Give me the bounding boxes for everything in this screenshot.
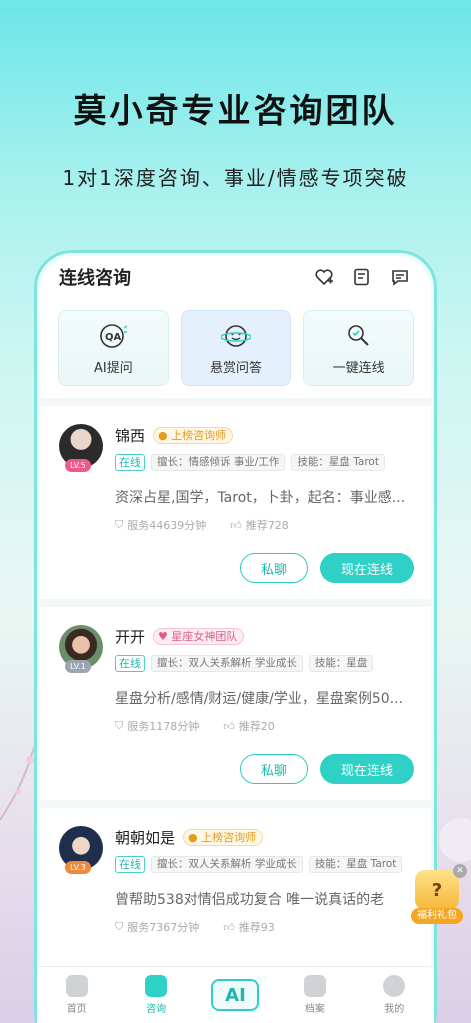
message-icon[interactable] — [387, 264, 413, 290]
private-chat-button[interactable]: 私聊 — [240, 754, 308, 784]
tab-label: 我的 — [384, 1004, 405, 1015]
bottom-tab-bar: 首页 咨询 AI 档案 我的 — [37, 966, 434, 1023]
quick-label: 悬赏问答 — [210, 360, 263, 376]
tab-label: 首页 — [66, 1004, 87, 1015]
tab-consult[interactable]: 咨询 — [126, 975, 186, 1015]
recommend-text: 推荐728 — [245, 519, 289, 532]
team-badge: ♥ 星座女神团队 — [153, 627, 245, 645]
thumbs-up-icon: 👍︎ — [230, 518, 242, 532]
consultant-name: 朝朝如是 — [115, 828, 176, 847]
rank-badge: ● 上榜咨询师 — [153, 426, 234, 444]
online-status: 在线 — [115, 454, 145, 471]
planet-smile-icon — [219, 321, 253, 351]
app-screen: 连线咨询 QA AI提问 悬赏问答 一键连线 LV.5 锦西 ● 上榜咨询师 在… — [40, 256, 431, 1023]
recommend-count: 👍︎ 推荐728 — [230, 517, 289, 533]
phone-frame: 连线咨询 QA AI提问 悬赏问答 一键连线 LV.5 锦西 ● 上榜咨询师 在… — [34, 250, 437, 1023]
rank-badge-label: 上榜咨询师 — [171, 428, 227, 442]
search-link-icon — [342, 321, 376, 351]
avatar[interactable]: LV.3 — [59, 826, 103, 874]
hero-title: 莫小奇专业咨询团队 — [73, 91, 398, 130]
consult-icon — [145, 975, 168, 997]
quick-one-click-connect[interactable]: 一键连线 — [303, 310, 415, 386]
rank-badge-label: 上榜咨询师 — [201, 830, 257, 844]
archive-icon — [303, 975, 326, 997]
level-badge: LV.3 — [65, 861, 91, 874]
shield-icon: ⛉ — [115, 719, 124, 732]
close-icon[interactable]: ✕ — [453, 864, 467, 878]
tab-mine[interactable]: 我的 — [364, 975, 424, 1015]
tab-label: 档案 — [304, 1004, 325, 1015]
tab-ai[interactable]: AI — [205, 979, 265, 1011]
private-chat-button[interactable]: 私聊 — [240, 553, 308, 583]
service-text: 服务7367分钟 — [127, 921, 200, 934]
recommend-text: 推荐93 — [238, 921, 275, 934]
level-badge: LV.1 — [65, 660, 91, 673]
skill-tag: 技能：星盘 — [308, 655, 374, 672]
shield-icon: ⛉ — [115, 518, 124, 531]
note-icon[interactable] — [349, 264, 375, 290]
home-icon — [65, 975, 88, 997]
consultant-description: 资深占星,国学，Tarot，卜卦，起名：事业感... — [115, 490, 406, 506]
quick-bounty-qa[interactable]: 悬赏问答 — [180, 310, 292, 386]
tab-archive[interactable]: 档案 — [285, 975, 345, 1015]
specialty-tag: 擅长：情感倾诉 事业/工作 — [151, 454, 286, 471]
thumbs-up-icon: 👍︎ — [223, 920, 235, 934]
level-badge: LV.5 — [65, 459, 91, 472]
skill-tag: 技能：星盘 Tarot — [291, 454, 385, 471]
online-status: 在线 — [115, 856, 145, 873]
shield-icon: ⛉ — [115, 920, 124, 933]
consultant-description: 星盘分析/感情/财运/健康/学业，星盘案例50... — [115, 691, 404, 707]
thumbs-up-icon: 👍︎ — [223, 719, 235, 733]
rank-badge: ● 上榜咨询师 — [183, 828, 264, 846]
avatar[interactable]: LV.5 — [59, 424, 103, 472]
service-minutes: ⛉ 服务44639分钟 — [115, 517, 206, 533]
ai-button[interactable]: AI — [211, 979, 260, 1011]
skill-tag: 技能：星盘 Tarot — [308, 856, 403, 873]
recommend-count: 👍︎ 推荐93 — [223, 919, 275, 935]
consultant-name: 开开 — [115, 627, 146, 646]
service-minutes: ⛉ 服务1178分钟 — [115, 718, 199, 734]
avatar[interactable]: LV.1 — [59, 625, 103, 673]
connect-now-button[interactable]: 现在连线 — [320, 553, 414, 583]
hero-subtitle: 1对1深度咨询、事业/情感专项突破 — [62, 166, 409, 190]
recommend-text: 推荐20 — [238, 720, 275, 733]
consultant-description: 曾帮助538对情侣成功复合 唯一说真话的老 — [115, 892, 385, 908]
consultant-card[interactable]: LV.1 开开 ♥ 星座女神团队 在线 擅长：双人关系解析 学业成长 技能：星盘… — [40, 607, 431, 808]
service-text: 服务1178分钟 — [127, 720, 200, 733]
quick-label: AI提问 — [93, 360, 133, 376]
tab-label: 咨询 — [146, 1004, 167, 1015]
service-minutes: ⛉ 服务7367分钟 — [115, 919, 199, 935]
top-bar: 连线咨询 — [40, 256, 431, 298]
consultant-name: 锦西 — [115, 426, 146, 445]
consultant-card[interactable]: LV.5 锦西 ● 上榜咨询师 在线 擅长：情感倾诉 事业/工作 技能：星盘 T… — [40, 406, 431, 607]
tab-home[interactable]: 首页 — [47, 975, 107, 1015]
online-status: 在线 — [115, 655, 145, 672]
profile-icon — [383, 975, 406, 997]
team-badge-label: 星座女神团队 — [171, 629, 238, 643]
page-title: 连线咨询 — [59, 268, 131, 289]
gift-pack-widget[interactable]: ? 福利礼包 ✕ — [411, 864, 467, 926]
connect-now-button[interactable]: 现在连线 — [320, 754, 414, 784]
specialty-tag: 擅长：双人关系解析 学业成长 — [151, 856, 303, 873]
heart-plus-icon[interactable] — [311, 264, 337, 290]
quick-ai-question[interactable]: QA AI提问 — [58, 310, 169, 386]
qa-icon: QA — [96, 321, 130, 351]
quick-label: 一键连线 — [332, 360, 385, 376]
svg-text:QA: QA — [105, 332, 122, 343]
gift-label: 福利礼包 — [411, 908, 463, 924]
specialty-tag: 擅长：双人关系解析 学业成长 — [151, 655, 303, 672]
gift-box-icon: ? — [415, 870, 459, 910]
consultant-card[interactable]: LV.3 朝朝如是 ● 上榜咨询师 在线 擅长：双人关系解析 学业成长 技能：星… — [40, 808, 431, 951]
service-text: 服务44639分钟 — [127, 519, 207, 532]
recommend-count: 👍︎ 推荐20 — [223, 718, 275, 734]
quick-actions: QA AI提问 悬赏问答 一键连线 — [40, 298, 431, 386]
